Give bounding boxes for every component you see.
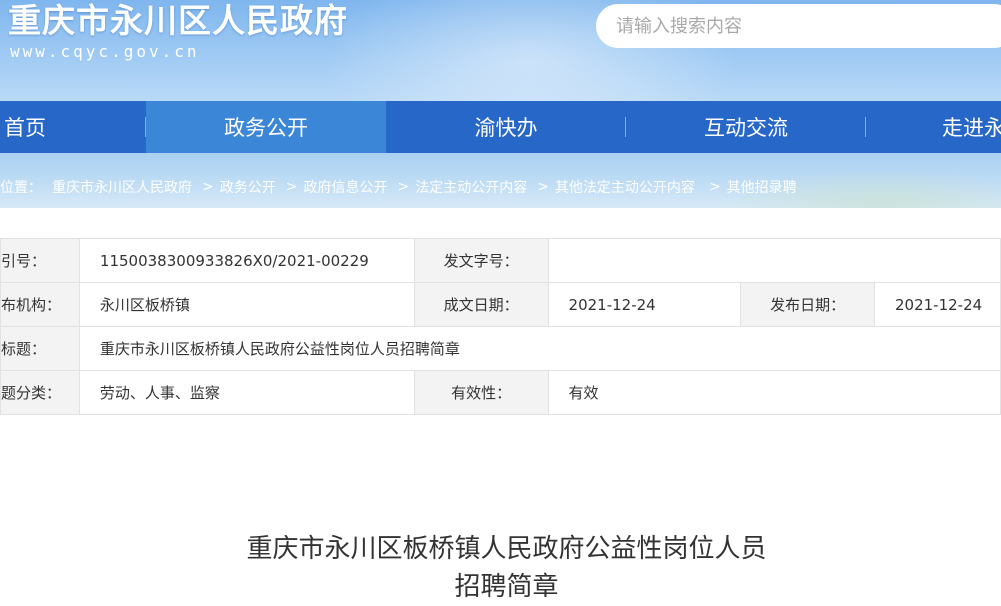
- validity-value: 有效: [547, 370, 1001, 415]
- table-row: 引号： 1150038300933826X0/2021-00229 发文字号：: [0, 238, 1001, 283]
- publishing-org-label: 布机构：: [0, 282, 80, 327]
- category-label: 题分类：: [0, 370, 80, 415]
- doc-number-value: [547, 238, 1001, 283]
- breadcrumb-item[interactable]: 法定主动公开内容: [415, 177, 527, 197]
- nav-item-yukuaiban[interactable]: 渝快办: [386, 101, 626, 153]
- published-date-value: 2021-12-24: [874, 282, 1001, 327]
- created-date-value: 2021-12-24: [547, 282, 742, 327]
- breadcrumb-separator: >: [537, 179, 549, 195]
- article-title: 重庆市永川区板桥镇人民政府公益性岗位人员 招聘简章: [0, 530, 1001, 606]
- subject-value: 重庆市永川区板桥镇人民政府公益性岗位人员招聘简章: [78, 326, 1001, 371]
- main-nav: 首页 政务公开 渝快办 互动交流 走进永: [0, 101, 1001, 153]
- breadcrumb-band: 位置： 重庆市永川区人民政府 > 政务公开 > 政府信息公开 > 法定主动公开内…: [0, 153, 1001, 208]
- breadcrumb-separator: >: [285, 179, 298, 195]
- category-value: 劳动、人事、监察: [78, 370, 415, 415]
- breadcrumb-separator: >: [397, 179, 410, 195]
- table-row: 标题： 重庆市永川区板桥镇人民政府公益性岗位人员招聘简章: [0, 326, 1001, 371]
- breadcrumb-item[interactable]: 政务公开: [220, 177, 276, 197]
- nav-item-label: 渝快办: [474, 116, 538, 140]
- table-row: 题分类： 劳动、人事、监察 有效性： 有效: [0, 370, 1001, 415]
- breadcrumb-separator: >: [708, 179, 721, 195]
- index-label: 引号：: [0, 238, 80, 283]
- breadcrumb-separator: >: [202, 179, 214, 195]
- breadcrumb-item[interactable]: 其他招录聘: [727, 177, 797, 197]
- doc-number-label: 发文字号：: [413, 238, 549, 283]
- site-title[interactable]: 重庆市永川区人民政府: [8, 0, 348, 42]
- nav-item-label: 政务公开: [224, 116, 308, 140]
- article-title-line: 招聘简章: [454, 572, 559, 602]
- search-box[interactable]: [596, 4, 1001, 48]
- nav-item-label: 互动交流: [704, 116, 788, 140]
- nav-item-about-yongchuan[interactable]: 走进永: [866, 101, 1001, 153]
- validity-label: 有效性：: [413, 370, 549, 415]
- nav-item-home[interactable]: 首页: [0, 101, 146, 153]
- publishing-org-value: 永川区板桥镇: [78, 282, 415, 327]
- breadcrumb-item[interactable]: 政府信息公开: [303, 177, 387, 197]
- breadcrumb-item[interactable]: 重庆市永川区人民政府: [52, 177, 192, 197]
- created-date-label: 成文日期：: [413, 282, 549, 327]
- index-value: 1150038300933826X0/2021-00229: [78, 238, 415, 283]
- nav-item-interaction[interactable]: 互动交流: [626, 101, 866, 153]
- table-row: 布机构： 永川区板桥镇 成文日期： 2021-12-24 发布日期： 2021-…: [0, 282, 1001, 327]
- document-meta-table: 引号： 1150038300933826X0/2021-00229 发文字号： …: [0, 238, 1001, 415]
- nav-item-label: 首页: [4, 116, 46, 140]
- search-input[interactable]: [616, 15, 996, 37]
- breadcrumb-item[interactable]: 其他法定主动公开内容: [555, 177, 695, 197]
- breadcrumb-prefix: 位置：: [0, 180, 42, 196]
- subject-label: 标题：: [0, 326, 80, 371]
- site-url: www.cqyc.gov.cn: [10, 42, 200, 61]
- site-header: 重庆市永川区人民政府 www.cqyc.gov.cn: [0, 0, 1001, 101]
- published-date-label: 发布日期：: [740, 282, 875, 327]
- breadcrumb: 位置： 重庆市永川区人民政府 > 政务公开 > 政府信息公开 > 法定主动公开内…: [0, 177, 797, 197]
- article-title-line: 重庆市永川区板桥镇人民政府公益性岗位人员: [246, 534, 767, 564]
- nav-item-government-affairs[interactable]: 政务公开: [146, 101, 386, 153]
- nav-item-label: 走进永: [942, 116, 1001, 140]
